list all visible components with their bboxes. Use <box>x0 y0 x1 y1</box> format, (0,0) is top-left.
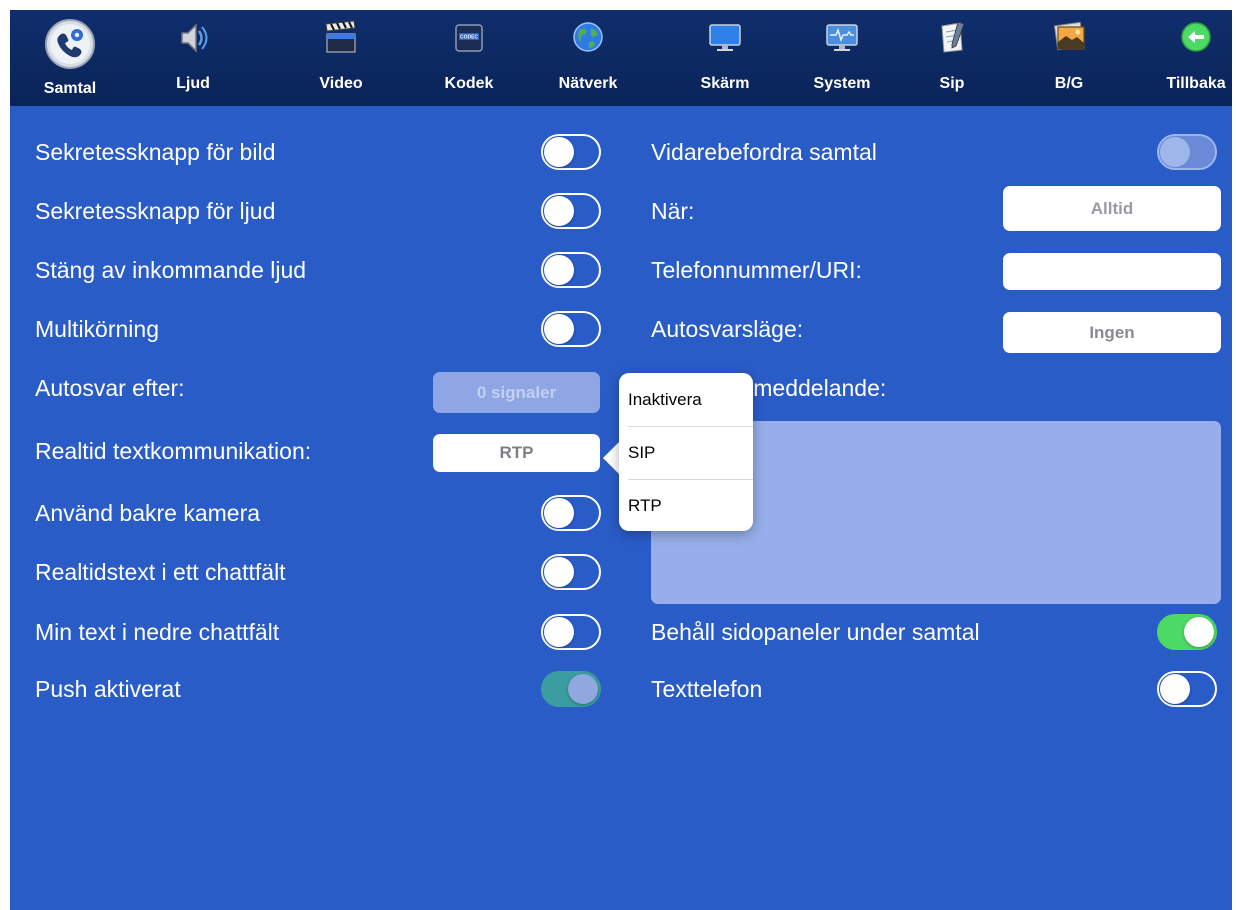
tab-skarm-label: Skärm <box>700 75 750 92</box>
tab-samtal-label: Samtal <box>43 80 97 97</box>
setting-row-when: När: <box>651 186 951 236</box>
tab-natverk[interactable]: Nätverk <box>548 10 628 106</box>
tab-sip-label: Sip <box>939 75 965 92</box>
rtt-protocol-popover: Inaktivera SIP RTP <box>619 373 753 531</box>
multitasking-toggle[interactable] <box>541 311 601 347</box>
mute-incoming-toggle[interactable] <box>541 252 601 288</box>
autoanswer-mode-button[interactable]: Ingen <box>1003 312 1221 353</box>
setting-row-autoanswer-mode: Autosvarsläge: <box>651 304 991 354</box>
popover-arrow <box>603 441 620 475</box>
codec-icon-text: CODEC <box>460 35 478 41</box>
setting-row-keep-side-panels: Behåll sidopaneler under samtal <box>651 607 1221 657</box>
phone-uri-input[interactable] <box>1003 253 1221 290</box>
back-camera-toggle[interactable] <box>541 495 601 531</box>
back-arrow-icon <box>1179 20 1213 59</box>
privacy-video-label: Sekretessknapp för bild <box>35 139 276 165</box>
clapperboard-icon <box>323 20 359 59</box>
codec-chip-icon: CODEC <box>453 20 485 59</box>
setting-row-mute-incoming: Stäng av inkommande ljud <box>35 245 605 295</box>
setting-row-privacy-video: Sekretessknapp för bild <box>35 127 605 177</box>
setting-row-texttelephone: Texttelefon <box>651 664 1221 714</box>
texttelephone-label: Texttelefon <box>651 676 763 702</box>
tab-system[interactable]: System <box>802 10 882 106</box>
my-text-bottom-label: Min text i nedre chattfält <box>35 619 280 645</box>
privacy-video-toggle[interactable] <box>541 134 601 170</box>
rtt-protocol-label: Realtid textkommunikation: <box>35 438 312 464</box>
tab-kodek[interactable]: CODEC Kodek <box>434 10 504 106</box>
keep-side-panels-toggle[interactable] <box>1157 614 1217 650</box>
system-monitor-icon <box>824 20 860 59</box>
notepad-icon <box>936 20 968 59</box>
setting-row-push-enabled: Push aktiverat <box>35 664 605 714</box>
push-enabled-toggle[interactable] <box>541 671 601 707</box>
mute-incoming-label: Stäng av inkommande ljud <box>35 257 307 283</box>
when-label: När: <box>651 198 695 224</box>
tab-video[interactable]: Video <box>306 10 376 106</box>
privacy-audio-label: Sekretessknapp för ljud <box>35 198 276 224</box>
picture-icon <box>1052 20 1086 59</box>
tab-tillbaka[interactable]: Tillbaka <box>1160 10 1232 106</box>
rtt-protocol-button[interactable]: RTP <box>433 434 600 472</box>
tab-kodek-label: Kodek <box>444 75 494 92</box>
tab-sip[interactable]: Sip <box>922 10 982 106</box>
settings-screen: Samtal Ljud Video CODEC Kodek Nätverk Sk… <box>10 10 1232 910</box>
rtt-single-chat-label: Realtidstext i ett chattfält <box>35 559 286 585</box>
setting-row-privacy-audio: Sekretessknapp för ljud <box>35 186 605 236</box>
call-forward-label: Vidarebefordra samtal <box>651 139 877 165</box>
popover-option-inaktivera[interactable]: Inaktivera <box>619 374 753 426</box>
monitor-icon <box>707 20 743 59</box>
phone-uri-label: Telefonnummer/URI: <box>651 257 862 283</box>
tab-ljud-label: Ljud <box>176 75 210 92</box>
when-select-button[interactable]: Alltid <box>1003 186 1221 231</box>
tab-bg-label: B/G <box>1054 75 1084 92</box>
back-camera-label: Använd bakre kamera <box>35 500 261 526</box>
autoanswer-after-label: Autosvar efter: <box>35 375 185 401</box>
tab-bg[interactable]: B/G <box>1036 10 1102 106</box>
setting-row-my-text-bottom: Min text i nedre chattfält <box>35 607 605 657</box>
rtt-single-chat-toggle[interactable] <box>541 554 601 590</box>
setting-row-call-forward: Vidarebefordra samtal <box>651 127 1221 177</box>
tab-natverk-label: Nätverk <box>558 75 618 92</box>
phone-gear-icon <box>44 18 96 75</box>
popover-option-rtp[interactable]: RTP <box>619 480 753 532</box>
tab-skarm[interactable]: Skärm <box>690 10 760 106</box>
push-enabled-label: Push aktiverat <box>35 676 181 702</box>
speaker-icon <box>176 20 210 61</box>
setting-row-phone-uri: Telefonnummer/URI: <box>651 245 991 295</box>
tab-ljud[interactable]: Ljud <box>158 10 228 106</box>
tab-system-label: System <box>813 75 871 92</box>
tab-video-label: Video <box>319 75 363 92</box>
setting-row-back-camera: Använd bakre kamera <box>35 488 605 538</box>
tab-samtal[interactable]: Samtal <box>30 10 110 106</box>
privacy-audio-toggle[interactable] <box>541 193 601 229</box>
popover-option-sip[interactable]: SIP <box>619 427 753 479</box>
keep-side-panels-label: Behåll sidopaneler under samtal <box>651 619 980 645</box>
multitasking-label: Multikörning <box>35 316 159 342</box>
texttelephone-toggle[interactable] <box>1157 671 1217 707</box>
top-toolbar: Samtal Ljud Video CODEC Kodek Nätverk Sk… <box>10 10 1232 106</box>
tab-tillbaka-label: Tillbaka <box>1166 75 1226 92</box>
my-text-bottom-toggle[interactable] <box>541 614 601 650</box>
globe-icon <box>571 20 605 59</box>
setting-row-rtt-single-chat: Realtidstext i ett chattfält <box>35 547 605 597</box>
autoanswer-after-button[interactable]: 0 signaler <box>433 372 600 413</box>
call-forward-toggle[interactable] <box>1157 134 1217 170</box>
autoanswer-mode-label: Autosvarsläge: <box>651 316 804 342</box>
setting-row-multitasking: Multikörning <box>35 304 605 354</box>
